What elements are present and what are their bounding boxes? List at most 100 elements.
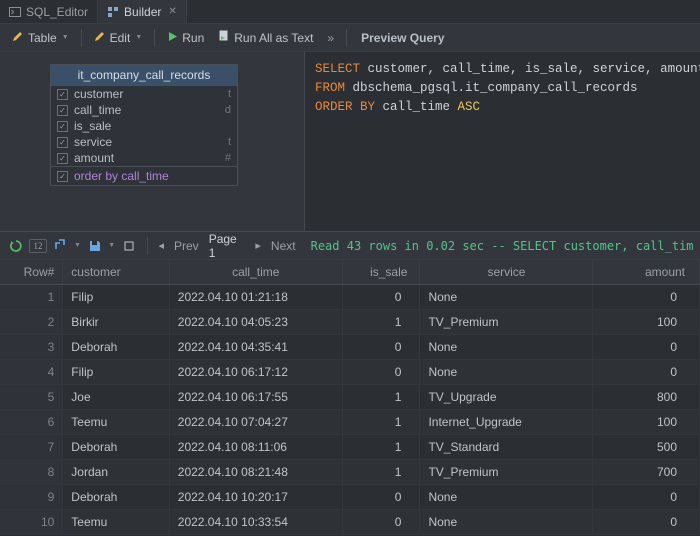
close-icon[interactable]: ✕ [166, 6, 176, 17]
checkbox-icon[interactable]: ✓ [57, 137, 68, 148]
prev-button[interactable]: Prev [171, 239, 202, 253]
orderby-row[interactable]: ✓ order by call_time [51, 166, 237, 185]
tab-sql-editor[interactable]: SQL_Editor [0, 0, 98, 23]
cell-customer[interactable]: Teemu [63, 410, 169, 435]
cell-issale[interactable]: 1 [342, 385, 420, 410]
cell-calltime[interactable]: 2022.04.10 08:21:48 [169, 460, 342, 485]
builder-canvas[interactable]: it_company_call_records ✓customert✓call_… [0, 52, 305, 231]
table-row[interactable]: 5Joe2022.04.10 06:17:551TV_Upgrade800 [0, 385, 700, 410]
chevron-down-icon[interactable]: ▼ [74, 242, 81, 249]
cell-issale[interactable]: 1 [342, 310, 420, 335]
cell-customer[interactable]: Deborah [63, 435, 169, 460]
table-row[interactable]: 8Jordan2022.04.10 08:21:481TV_Premium700 [0, 460, 700, 485]
cell-calltime[interactable]: 2022.04.10 10:20:17 [169, 485, 342, 510]
cell-customer[interactable]: Deborah [63, 335, 169, 360]
cell-customer[interactable]: Filip [63, 360, 169, 385]
col-customer[interactable]: customer [63, 260, 169, 285]
cell-service[interactable]: None [420, 335, 593, 360]
cell-amount[interactable]: 0 [593, 335, 700, 360]
next-button[interactable]: Next [268, 239, 299, 253]
cell-calltime[interactable]: 2022.04.10 06:17:55 [169, 385, 342, 410]
table-card-title[interactable]: it_company_call_records [51, 65, 237, 86]
table-row[interactable]: 6Teemu2022.04.10 07:04:271Internet_Upgra… [0, 410, 700, 435]
cell-customer[interactable]: Teemu [63, 510, 169, 535]
cell-calltime[interactable]: 2022.04.10 04:05:23 [169, 310, 342, 335]
cell-issale[interactable]: 0 [342, 335, 420, 360]
cell-amount[interactable]: 0 [593, 485, 700, 510]
col-calltime[interactable]: call_time [169, 260, 342, 285]
cell-amount[interactable]: 700 [593, 460, 700, 485]
cell-amount[interactable]: 0 [593, 360, 700, 385]
cell-amount[interactable]: 100 [593, 310, 700, 335]
table-row[interactable]: 9Deborah2022.04.10 10:20:170None0 [0, 485, 700, 510]
table-column-row[interactable]: ✓customert [51, 86, 237, 102]
cell-service[interactable]: None [420, 510, 593, 535]
cell-service[interactable]: None [420, 285, 593, 310]
table-column-row[interactable]: ✓call_timed [51, 102, 237, 118]
checkbox-icon[interactable]: ✓ [57, 121, 68, 132]
col-issale[interactable]: is_sale [342, 260, 420, 285]
prev-arrow-icon[interactable]: ◂ [155, 239, 167, 252]
cell-customer[interactable]: Deborah [63, 485, 169, 510]
refresh-icon[interactable] [6, 236, 25, 256]
table-row[interactable]: 10Teemu2022.04.10 10:33:540None0 [0, 510, 700, 535]
next-arrow-icon[interactable]: ▸ [252, 239, 264, 252]
cell-customer[interactable]: Jordan [63, 460, 169, 485]
cell-amount[interactable]: 500 [593, 435, 700, 460]
edit-button[interactable]: Edit ▼ [88, 28, 149, 47]
cell-amount[interactable]: 800 [593, 385, 700, 410]
cell-issale[interactable]: 1 [342, 410, 420, 435]
cell-calltime[interactable]: 2022.04.10 01:21:18 [169, 285, 342, 310]
cell-issale[interactable]: 1 [342, 460, 420, 485]
sql-preview[interactable]: SELECT customer, call_time, is_sale, ser… [305, 52, 700, 231]
col-rownum[interactable]: Row# [0, 260, 63, 285]
table-column-row[interactable]: ✓is_sale [51, 118, 237, 134]
run-button[interactable]: Run [161, 29, 210, 47]
more-button[interactable]: » [321, 29, 340, 47]
table-row[interactable]: 3Deborah2022.04.10 04:35:410None0 [0, 335, 700, 360]
checkbox-icon[interactable]: ✓ [57, 89, 68, 100]
table-card[interactable]: it_company_call_records ✓customert✓call_… [50, 64, 238, 186]
table-column-row[interactable]: ✓amount# [51, 150, 237, 166]
cell-calltime[interactable]: 2022.04.10 10:33:54 [169, 510, 342, 535]
table-row[interactable]: 7Deborah2022.04.10 08:11:061TV_Standard5… [0, 435, 700, 460]
cell-service[interactable]: TV_Upgrade [420, 385, 593, 410]
table-row[interactable]: 1Filip2022.04.10 01:21:180None0 [0, 285, 700, 310]
cell-service[interactable]: TV_Premium [420, 310, 593, 335]
cell-calltime[interactable]: 2022.04.10 07:04:27 [169, 410, 342, 435]
export-icon[interactable] [51, 236, 70, 256]
cell-amount[interactable]: 0 [593, 510, 700, 535]
col-service[interactable]: service [420, 260, 593, 285]
table-row[interactable]: 4Filip2022.04.10 06:17:120None0 [0, 360, 700, 385]
result-grid[interactable]: Row# customer call_time is_sale service … [0, 260, 700, 536]
cell-customer[interactable]: Birkir [63, 310, 169, 335]
cell-issale[interactable]: 0 [342, 485, 420, 510]
run-all-button[interactable]: Run All as Text [212, 28, 319, 47]
cell-service[interactable]: Internet_Upgrade [420, 410, 593, 435]
cell-service[interactable]: TV_Premium [420, 460, 593, 485]
table-row[interactable]: 2Birkir2022.04.10 04:05:231TV_Premium100 [0, 310, 700, 335]
checkbox-icon[interactable]: ✓ [57, 171, 68, 182]
checkbox-icon[interactable]: ✓ [57, 153, 68, 164]
col-amount[interactable]: amount [593, 260, 700, 285]
cell-issale[interactable]: 0 [342, 510, 420, 535]
cell-customer[interactable]: Joe [63, 385, 169, 410]
cell-issale[interactable]: 1 [342, 435, 420, 460]
table-column-row[interactable]: ✓servicet [51, 134, 237, 150]
cell-service[interactable]: None [420, 360, 593, 385]
save-icon[interactable] [85, 236, 104, 256]
cell-calltime[interactable]: 2022.04.10 08:11:06 [169, 435, 342, 460]
cell-calltime[interactable]: 2022.04.10 04:35:41 [169, 335, 342, 360]
cell-amount[interactable]: 100 [593, 410, 700, 435]
chevron-down-icon[interactable]: ▼ [108, 242, 115, 249]
cell-issale[interactable]: 0 [342, 285, 420, 310]
crop-icon[interactable] [119, 236, 138, 256]
tab-builder[interactable]: Builder ✕ [98, 0, 187, 23]
cell-service[interactable]: None [420, 485, 593, 510]
cell-service[interactable]: TV_Standard [420, 435, 593, 460]
rows-icon[interactable]: 12 [29, 239, 46, 253]
cell-amount[interactable]: 0 [593, 285, 700, 310]
cell-calltime[interactable]: 2022.04.10 06:17:12 [169, 360, 342, 385]
cell-customer[interactable]: Filip [63, 285, 169, 310]
cell-issale[interactable]: 0 [342, 360, 420, 385]
